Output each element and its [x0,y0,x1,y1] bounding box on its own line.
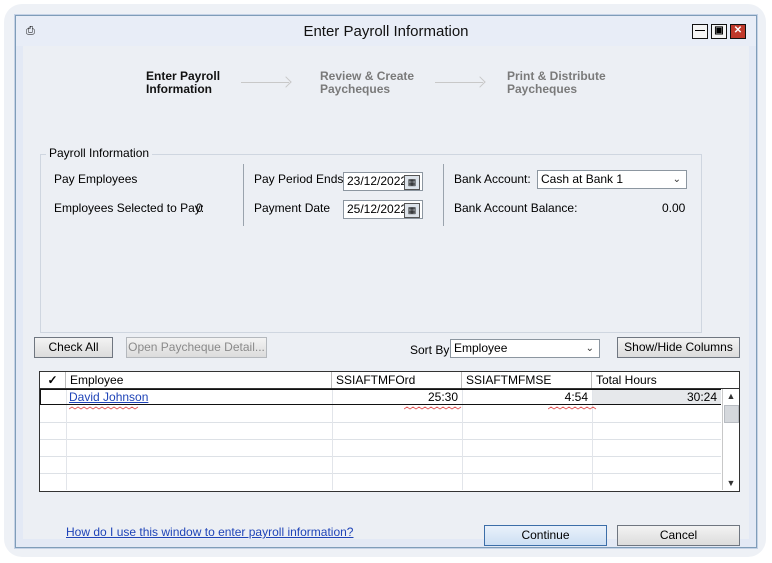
row-divider [40,456,721,457]
cancel-button[interactable]: Cancel [617,525,740,546]
sort-by-label: Sort By [410,343,450,357]
bank-account-select[interactable]: Cash at Bank 1 ⌄ [537,170,687,189]
bank-balance-value: 0.00 [662,201,686,215]
screen-background: ⎙ Enter Payroll Information — ▣ ✕ Enter … [0,0,772,563]
step-label-line2: Paycheques [507,82,578,96]
bank-balance-label: Bank Account Balance: [454,201,578,215]
maximize-button[interactable]: ▣ [711,24,727,39]
spellcheck-squiggle [404,406,462,410]
employee-table: ✓ Employee SSIAFTMFOrd SSIAFTMFMSE Total… [39,371,740,492]
continue-button[interactable]: Continue [484,525,607,546]
group-divider [243,164,244,226]
bank-account-label: Bank Account: [454,172,531,186]
payment-date-value: 25/12/2022 [347,202,408,216]
step-label-line2: Information [146,82,212,96]
row-divider [40,439,721,440]
sort-by-select[interactable]: Employee ⌄ [450,339,600,358]
pay-period-ends-label: Pay Period Ends [254,172,344,186]
step-review-create: Review & Create Paycheques [320,70,414,96]
table-header: ✓ Employee SSIAFTMFOrd SSIAFTMFMSE Total… [40,372,739,389]
bank-account-value: Cash at Bank 1 [541,172,624,186]
row-divider [40,422,721,423]
column-header-employee[interactable]: Employee [66,372,332,388]
help-link[interactable]: How do I use this window to enter payrol… [66,525,353,539]
mse-hours-cell[interactable]: 4:54 [462,389,588,405]
step-label-line2: Paycheques [320,82,391,96]
payment-date-label: Payment Date [254,201,331,215]
step-print-distribute: Print & Distribute Paycheques [507,70,606,96]
column-header-check[interactable]: ✓ [40,372,66,388]
chevron-down-icon: ⌄ [672,174,681,185]
column-header-mse[interactable]: SSIAFTMFMSE [462,372,592,388]
window-title: Enter Payroll Information [303,23,469,40]
chevron-down-icon: ⌄ [585,343,594,354]
sort-by-value: Employee [454,341,508,355]
calendar-icon[interactable]: ▦ [404,175,420,190]
pay-period-ends-field[interactable]: 23/12/2022 ▦ [343,172,423,191]
close-button[interactable]: ✕ [730,24,746,39]
ord-hours-cell[interactable]: 25:30 [332,389,458,405]
scroll-down-icon[interactable]: ▼ [723,476,739,490]
column-header-total-hours[interactable]: Total Hours [592,372,739,388]
scroll-up-icon[interactable]: ▲ [723,389,739,403]
group-divider [443,164,444,226]
spellcheck-squiggle [69,406,139,410]
step-enter-payroll: Enter Payroll Information [146,70,220,96]
title-bar: ⎙ Enter Payroll Information — ▣ ✕ [16,16,756,46]
show-hide-columns-button[interactable]: Show/Hide Columns [617,337,740,358]
step-arrow [435,82,483,83]
table-vertical-scrollbar[interactable]: ▲ ▼ [722,389,739,490]
employee-name-link[interactable]: David Johnson [69,389,148,405]
pay-period-ends-value: 23/12/2022 [347,174,408,188]
minimize-button[interactable]: — [692,24,708,39]
scroll-thumb[interactable] [724,405,739,423]
check-all-button[interactable]: Check All [34,337,113,358]
payment-date-field[interactable]: 25/12/2022 ▦ [343,200,423,219]
employees-selected-label: Employees Selected to Pay: [54,201,205,215]
payroll-info-group-label: Payroll Information [46,146,153,160]
step-arrow [241,82,289,83]
open-paycheque-detail-button[interactable]: Open Paycheque Detail... [126,337,267,358]
calendar-icon[interactable]: ▦ [404,203,420,218]
spellcheck-squiggle [548,406,597,410]
total-hours-cell: 30:24 [593,390,721,404]
column-header-ord[interactable]: SSIAFTMFOrd [332,372,462,388]
row-divider [40,473,721,474]
pay-employees-label: Pay Employees [54,172,138,186]
employees-selected-value: 0 [196,201,203,215]
